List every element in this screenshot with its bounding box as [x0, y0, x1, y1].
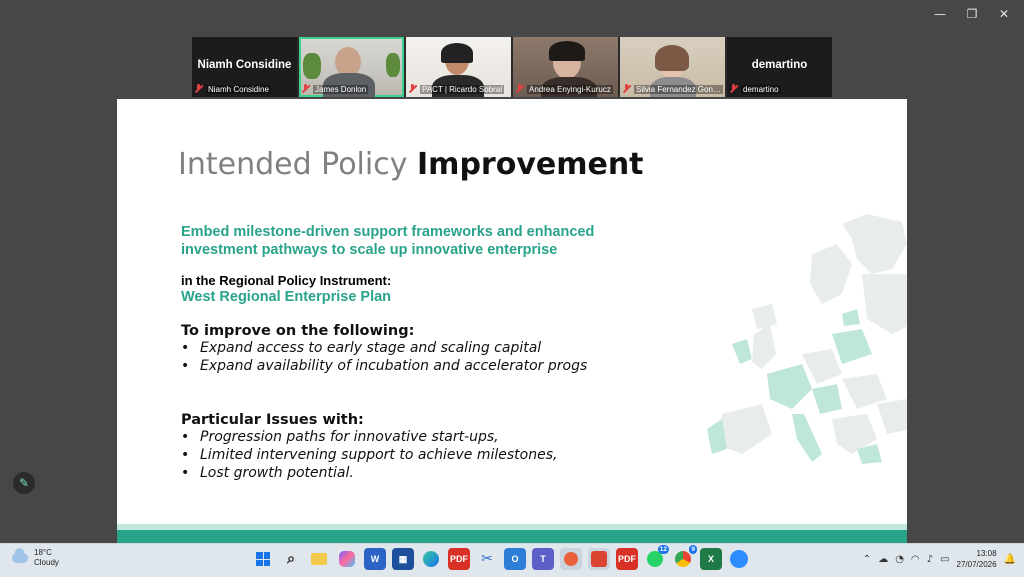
issues-section: Particular Issues with: Progression path… — [181, 412, 557, 482]
restore-button[interactable]: ❐ — [960, 6, 984, 22]
word-icon[interactable]: W — [364, 548, 386, 570]
slide-title-light: Intended Policy — [178, 147, 408, 182]
participant-tile[interactable]: Silvia Fernandez Gonz... — [620, 37, 725, 97]
snipping-tool-icon[interactable]: ✂ — [476, 548, 498, 570]
minimize-button[interactable]: — — [928, 6, 952, 22]
slide-footer-band — [117, 524, 907, 544]
issues-heading: Particular Issues with: — [181, 412, 364, 428]
shared-screen-slide: Intended Policy Improvement Embed milest… — [117, 99, 907, 544]
app-icon[interactable] — [560, 548, 582, 570]
cloud-icon — [12, 548, 28, 563]
start-icon[interactable] — [252, 548, 274, 570]
mic-muted-icon — [729, 84, 738, 94]
participant-label: PACT | Ricardo Sobral — [420, 84, 505, 94]
improve-item: Expand access to early stage and scaling… — [181, 339, 587, 357]
europe-map-illustration — [707, 214, 907, 464]
instrument-value: West Regional Enterprise Plan — [181, 289, 392, 305]
participant-tile[interactable]: Niamh Considine Niamh Considine — [192, 37, 297, 97]
participant-tile[interactable]: PACT | Ricardo Sobral — [406, 37, 511, 97]
improve-item: Expand availability of incubation and ac… — [181, 357, 587, 375]
participant-strip: Niamh Considine Niamh Considine James Do… — [192, 37, 832, 97]
clock-date: 27/07/2026 — [956, 560, 997, 569]
taskbar-apps: ⌕ W ▦ PDF ✂ O T PDF 12 9 X — [252, 545, 750, 570]
window-controls: — ❐ ✕ — [928, 6, 1016, 22]
clock[interactable]: 13:08 27/07/2026 — [957, 548, 997, 570]
weather-temp: 18°C — [34, 548, 52, 557]
improve-section: To improve on the following: Expand acce… — [181, 323, 587, 375]
excel-icon[interactable]: X — [700, 548, 722, 570]
participant-label: James Donlon — [313, 84, 369, 94]
chrome-icon[interactable]: 9 — [672, 545, 697, 570]
weather-widget[interactable]: 18°C Cloudy — [12, 548, 59, 568]
chrome-badge: 9 — [689, 545, 697, 554]
search-icon[interactable]: ⌕ — [280, 548, 302, 570]
notification-bell-icon[interactable]: 🔔 — [1004, 554, 1016, 565]
whatsapp-badge: 12 — [657, 545, 669, 554]
copilot-icon[interactable] — [336, 548, 358, 570]
file-explorer-icon[interactable] — [308, 548, 330, 570]
participant-tile[interactable]: demartino demartino — [727, 37, 832, 97]
mic-muted-icon — [622, 84, 631, 94]
participant-name-display: Niamh Considine — [197, 59, 292, 71]
wifi-icon[interactable]: ◠ — [911, 554, 920, 565]
volume-icon[interactable]: ♪ — [927, 554, 933, 565]
slide-headline: Embed milestone-driven support framework… — [181, 224, 595, 258]
participant-tile[interactable]: Andrea Enyingi-Kurucz — [513, 37, 618, 97]
clock-time: 13:08 — [976, 549, 997, 558]
instrument-label: in the Regional Policy Instrument: — [181, 273, 392, 288]
network-icon[interactable]: ◔ — [895, 554, 904, 565]
issues-item: Lost growth potential. — [181, 464, 557, 482]
teams-icon[interactable]: T — [532, 548, 554, 570]
chevron-up-icon[interactable]: ⌃ — [863, 554, 871, 565]
slide-title: Intended Policy Improvement — [178, 147, 644, 182]
system-tray: ⌃ ☁ ◔ ◠ ♪ ▭ 13:08 27/07/2026 🔔 — [863, 548, 1016, 570]
mic-muted-icon — [515, 84, 524, 94]
edge-icon[interactable] — [420, 548, 442, 570]
participant-label: demartino — [741, 84, 781, 94]
store-icon[interactable]: ▦ — [392, 548, 414, 570]
weather-desc: Cloudy — [34, 558, 59, 567]
participant-label: Andrea Enyingi-Kurucz — [527, 84, 613, 94]
slide-title-bold: Improvement — [417, 147, 644, 182]
participant-tile-active-speaker[interactable]: James Donlon — [299, 37, 404, 97]
battery-icon[interactable]: ▭ — [940, 554, 949, 565]
pdf-icon-2[interactable]: PDF — [616, 548, 638, 570]
close-button[interactable]: ✕ — [992, 6, 1016, 22]
participant-label: Niamh Considine — [206, 84, 271, 94]
issues-item: Limited intervening support to achieve m… — [181, 446, 557, 464]
whatsapp-icon[interactable]: 12 — [644, 545, 669, 570]
participant-label: Silvia Fernandez Gonz... — [634, 84, 723, 94]
mic-muted-icon — [194, 84, 203, 94]
pdf-icon[interactable]: PDF — [448, 548, 470, 570]
outlook-new-icon[interactable] — [588, 548, 610, 570]
annotate-pen-icon[interactable]: ✎ — [13, 472, 35, 494]
onedrive-icon[interactable]: ☁ — [878, 554, 888, 565]
improve-heading: To improve on the following: — [181, 323, 415, 339]
participant-name-display: demartino — [751, 59, 808, 71]
windows-taskbar: 18°C Cloudy ⌕ W ▦ PDF ✂ O T PDF 12 9 X ⌃… — [0, 543, 1024, 577]
issues-item: Progression paths for innovative start-u… — [181, 428, 557, 446]
zoom-icon[interactable] — [728, 548, 750, 570]
mic-muted-icon — [408, 84, 417, 94]
outlook-icon[interactable]: O — [504, 548, 526, 570]
mic-muted-icon — [301, 84, 310, 94]
